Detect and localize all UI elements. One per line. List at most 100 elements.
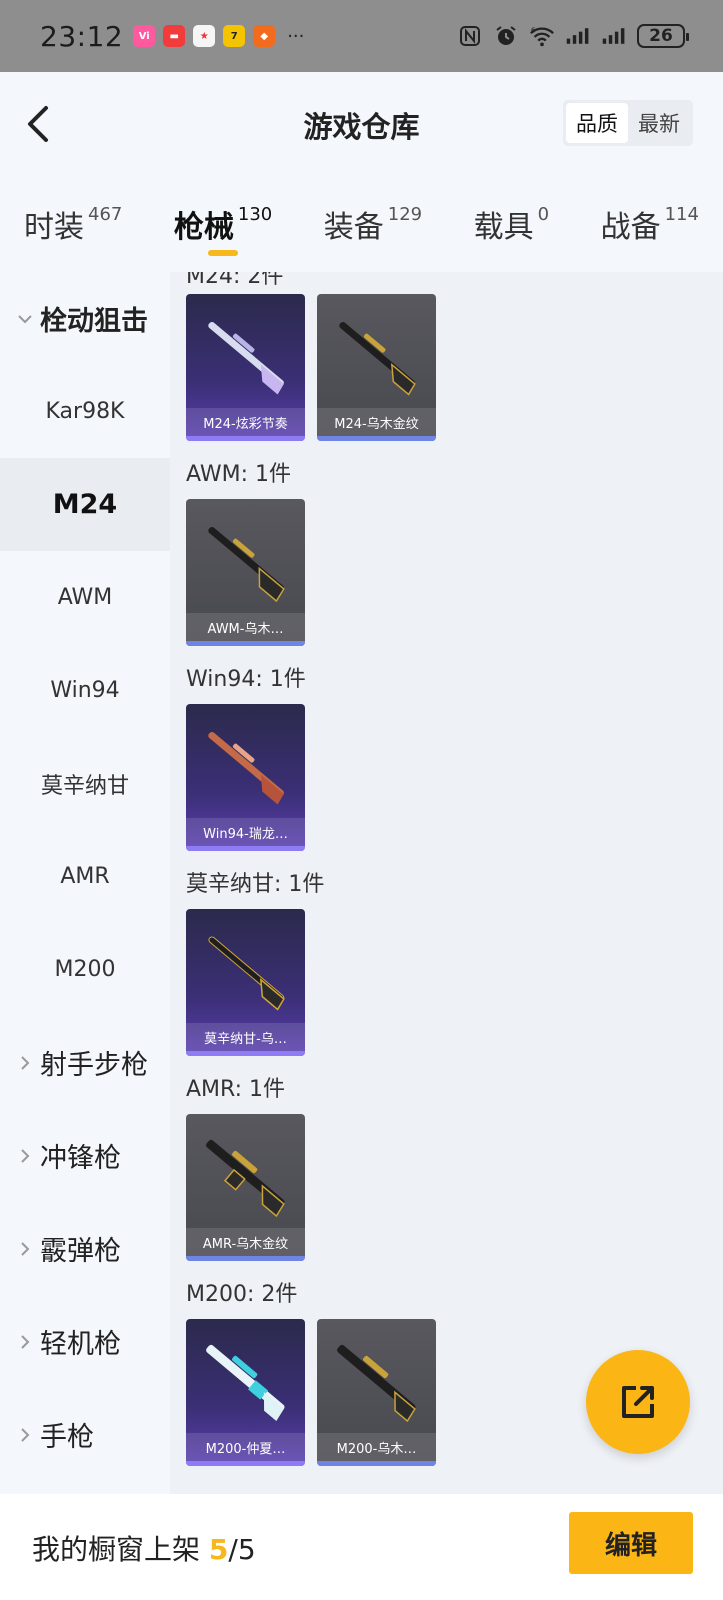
- tab-label: 战备: [600, 210, 661, 245]
- battery-indicator: 26: [637, 24, 689, 48]
- sidebar-category-dmr[interactable]: 射手步枪: [0, 1016, 170, 1109]
- skin-card[interactable]: 莫辛纳甘-乌…: [186, 909, 305, 1056]
- chevron-down-icon: [14, 314, 36, 324]
- weapon-category-sidebar: 栓动狙击 Kar98K M24 AWM Win94 莫辛纳甘 AMR M200 …: [0, 272, 170, 1494]
- sidebar-item-win94[interactable]: Win94: [0, 644, 170, 737]
- signal-icon: [565, 23, 591, 49]
- sidebar-category-label: 手枪: [40, 1422, 94, 1453]
- skin-name: AWM-乌木…: [186, 613, 305, 641]
- group-header: AMR: 1件: [186, 1077, 286, 1102]
- tab-count: 129: [387, 204, 423, 225]
- sidebar-category-label: 栓动狙击: [40, 306, 148, 337]
- skin-name: M200-仲夏…: [186, 1433, 305, 1461]
- sidebar-category-label: 轻机枪: [40, 1329, 121, 1360]
- sniper-rifle-icon: [208, 321, 284, 395]
- alarm-icon: [493, 23, 519, 49]
- sniper-rifle-icon: [339, 321, 416, 396]
- sniper-rifle-icon: [208, 936, 285, 1011]
- skin-card[interactable]: AMR-乌木金纹: [186, 1114, 305, 1261]
- app-notification-icon: ★: [193, 25, 216, 47]
- signal-icon: [601, 23, 627, 49]
- svg-text:6: 6: [531, 25, 536, 34]
- skin-card[interactable]: AWM-乌木…: [186, 499, 305, 646]
- tab-fashion[interactable]: 时装 467: [24, 176, 122, 272]
- tab-supplies[interactable]: 战备 114: [601, 176, 699, 272]
- app-header: 游戏仓库 品质 最新: [0, 72, 723, 176]
- group-header: M200: 2件: [186, 1282, 298, 1307]
- nfc-icon: [457, 23, 483, 49]
- sidebar-category-shotgun[interactable]: 霰弹枪: [0, 1202, 170, 1295]
- sidebar-category-lmg[interactable]: 轻机枪: [0, 1295, 170, 1388]
- app-notification-icon: 7: [223, 25, 246, 47]
- tab-label: 装备: [323, 210, 384, 245]
- showcase-total: /5: [228, 1533, 256, 1566]
- sniper-rifle-icon: [206, 1139, 285, 1218]
- tab-vehicles[interactable]: 载具 0: [474, 176, 549, 272]
- category-tabs: 时装 467 枪械 130 装备 129 载具 0 战备 114: [0, 176, 723, 272]
- skin-card[interactable]: M24-乌木金纹: [317, 294, 436, 441]
- tab-count: 467: [88, 204, 123, 225]
- chevron-right-icon: [14, 1427, 36, 1443]
- sidebar-category-bolt-action[interactable]: 栓动狙击: [0, 272, 170, 365]
- sniper-rifle-icon: [208, 731, 284, 805]
- edit-button[interactable]: 编辑: [569, 1512, 693, 1574]
- skin-card[interactable]: M200-仲夏…: [186, 1319, 305, 1466]
- skin-card[interactable]: M24-炫彩节奏: [186, 294, 305, 441]
- tab-count: 130: [237, 204, 273, 225]
- group-header: AWM: 1件: [186, 462, 291, 487]
- sidebar-item-awm[interactable]: AWM: [0, 551, 170, 644]
- tab-equipment[interactable]: 装备 129: [324, 176, 422, 272]
- status-bar: 23:12 Vi ▬ ★ 7 ◆ ··· 6 26: [0, 0, 723, 72]
- skin-card[interactable]: M200-乌木…: [317, 1319, 436, 1466]
- chevron-right-icon: [14, 1055, 36, 1071]
- sort-quality-option[interactable]: 品质: [566, 103, 628, 143]
- quality-bar: [186, 1051, 305, 1056]
- tab-firearms[interactable]: 枪械 130: [174, 176, 272, 272]
- skin-name: M24-乌木金纹: [317, 408, 436, 436]
- sniper-rifle-icon: [208, 526, 285, 603]
- sniper-rifle-icon: [206, 1344, 285, 1421]
- weapon-skin-list: M24: 2件 M24-炫彩节奏 M24-乌木金纹 AWM: 1件 AWM-乌木…: [170, 272, 723, 1494]
- sidebar-item-mosin[interactable]: 莫辛纳甘: [0, 737, 170, 830]
- quality-bar: [186, 641, 305, 646]
- sort-toggle: 品质 最新: [563, 100, 693, 146]
- chevron-right-icon: [14, 1148, 36, 1164]
- sidebar-category-pistol[interactable]: 手枪: [0, 1388, 170, 1481]
- wifi-icon: 6: [529, 23, 555, 49]
- sort-newest-option[interactable]: 最新: [628, 103, 690, 143]
- skin-card[interactable]: Win94-瑞龙…: [186, 704, 305, 851]
- sidebar-item-amr[interactable]: AMR: [0, 830, 170, 923]
- quality-bar: [317, 436, 436, 441]
- skin-name: Win94-瑞龙…: [186, 818, 305, 846]
- quality-bar: [186, 1461, 305, 1466]
- quality-bar: [317, 1461, 436, 1466]
- app-notification-icon: Vi: [133, 25, 156, 47]
- tab-label: 时装: [24, 210, 84, 245]
- sidebar-category-smg[interactable]: 冲锋枪: [0, 1109, 170, 1202]
- skin-name: M200-乌木…: [317, 1433, 436, 1461]
- tab-count: 114: [664, 204, 699, 225]
- app-notification-icon: ▬: [163, 25, 186, 47]
- sidebar-category-label: 冲锋枪: [40, 1143, 121, 1174]
- showcase-count: 5: [208, 1533, 229, 1566]
- sidebar-item-m24[interactable]: M24: [0, 458, 170, 551]
- quality-bar: [186, 846, 305, 851]
- showcase-status: 我的橱窗上架 5/5: [32, 1528, 256, 1568]
- group-header: 莫辛纳甘: 1件: [186, 872, 325, 897]
- tab-label: 载具: [473, 210, 534, 245]
- share-button[interactable]: [586, 1350, 690, 1454]
- notification-icons: Vi ▬ ★ 7 ◆ ···: [133, 25, 304, 47]
- status-time: 23:12: [40, 19, 124, 53]
- active-tab-indicator: [207, 250, 238, 256]
- tab-label: 枪械: [173, 210, 234, 245]
- showcase-bar: 我的橱窗上架 5/5 编辑: [0, 1494, 723, 1600]
- skin-name: 莫辛纳甘-乌…: [186, 1023, 305, 1051]
- tab-count: 0: [537, 204, 550, 225]
- share-icon: [622, 1386, 654, 1418]
- group-header: M24: 2件: [186, 272, 284, 289]
- skin-name: AMR-乌木金纹: [186, 1228, 305, 1256]
- sidebar-item-m200[interactable]: M200: [0, 923, 170, 1016]
- sniper-rifle-icon: [337, 1344, 416, 1423]
- showcase-label: 我的橱窗上架: [32, 1533, 201, 1566]
- sidebar-item-kar98k[interactable]: Kar98K: [0, 365, 170, 458]
